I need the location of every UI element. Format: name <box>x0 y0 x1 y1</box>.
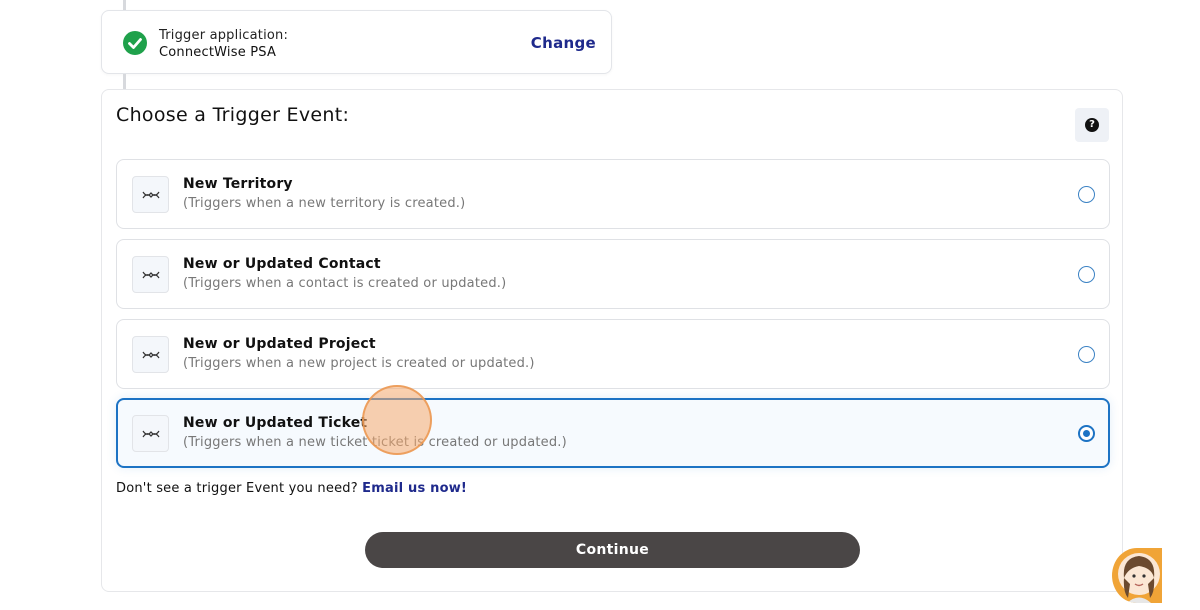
radio-selected-dot <box>1083 430 1090 437</box>
option-description: (Triggers when a new ticket ticket is cr… <box>183 435 567 450</box>
option-title: New or Updated Project <box>183 336 376 352</box>
trigger-application-name: ConnectWise PSA <box>159 45 277 60</box>
trigger-event-card: Choose a Trigger Event: ? New Territory … <box>101 89 1123 592</box>
missing-trigger-text: Don't see a trigger Event you need? <box>116 481 358 496</box>
help-button[interactable]: ? <box>1075 108 1109 142</box>
trigger-application-label: Trigger application: <box>159 28 289 43</box>
option-description: (Triggers when a new territory is create… <box>183 196 466 211</box>
question-icon: ? <box>1085 118 1099 132</box>
trigger-event-title: Choose a Trigger Event: <box>116 104 350 126</box>
option-radio-selected[interactable] <box>1078 425 1095 442</box>
check-circle-icon <box>123 31 147 55</box>
support-avatar[interactable] <box>1112 548 1162 603</box>
trigger-option-new-or-updated-ticket[interactable]: New or Updated Ticket (Triggers when a n… <box>116 398 1110 468</box>
option-radio[interactable] <box>1078 186 1095 203</box>
connectwise-app-icon <box>132 256 169 293</box>
continue-button[interactable]: Continue <box>365 532 860 568</box>
option-title: New or Updated Ticket <box>183 415 368 431</box>
connectwise-app-icon <box>132 415 169 452</box>
connectwise-app-icon <box>132 336 169 373</box>
trigger-option-new-or-updated-project[interactable]: New or Updated Project (Triggers when a … <box>116 319 1110 389</box>
page: Trigger application: ConnectWise PSA Cha… <box>0 0 1200 610</box>
trigger-option-new-or-updated-contact[interactable]: New or Updated Contact (Triggers when a … <box>116 239 1110 309</box>
option-description: (Triggers when a contact is created or u… <box>183 276 507 291</box>
missing-trigger-note: Don't see a trigger Event you need? Emai… <box>116 481 467 496</box>
option-description: (Triggers when a new project is created … <box>183 356 535 371</box>
option-radio[interactable] <box>1078 346 1095 363</box>
option-radio[interactable] <box>1078 266 1095 283</box>
option-title: New Territory <box>183 176 293 192</box>
connectwise-app-icon <box>132 176 169 213</box>
option-title: New or Updated Contact <box>183 256 381 272</box>
flow-connector <box>123 74 126 90</box>
change-application-link[interactable]: Change <box>531 34 596 52</box>
trigger-application-card: Trigger application: ConnectWise PSA Cha… <box>101 10 612 74</box>
email-us-link[interactable]: Email us now! <box>362 481 467 496</box>
trigger-option-new-territory[interactable]: New Territory (Triggers when a new terri… <box>116 159 1110 229</box>
